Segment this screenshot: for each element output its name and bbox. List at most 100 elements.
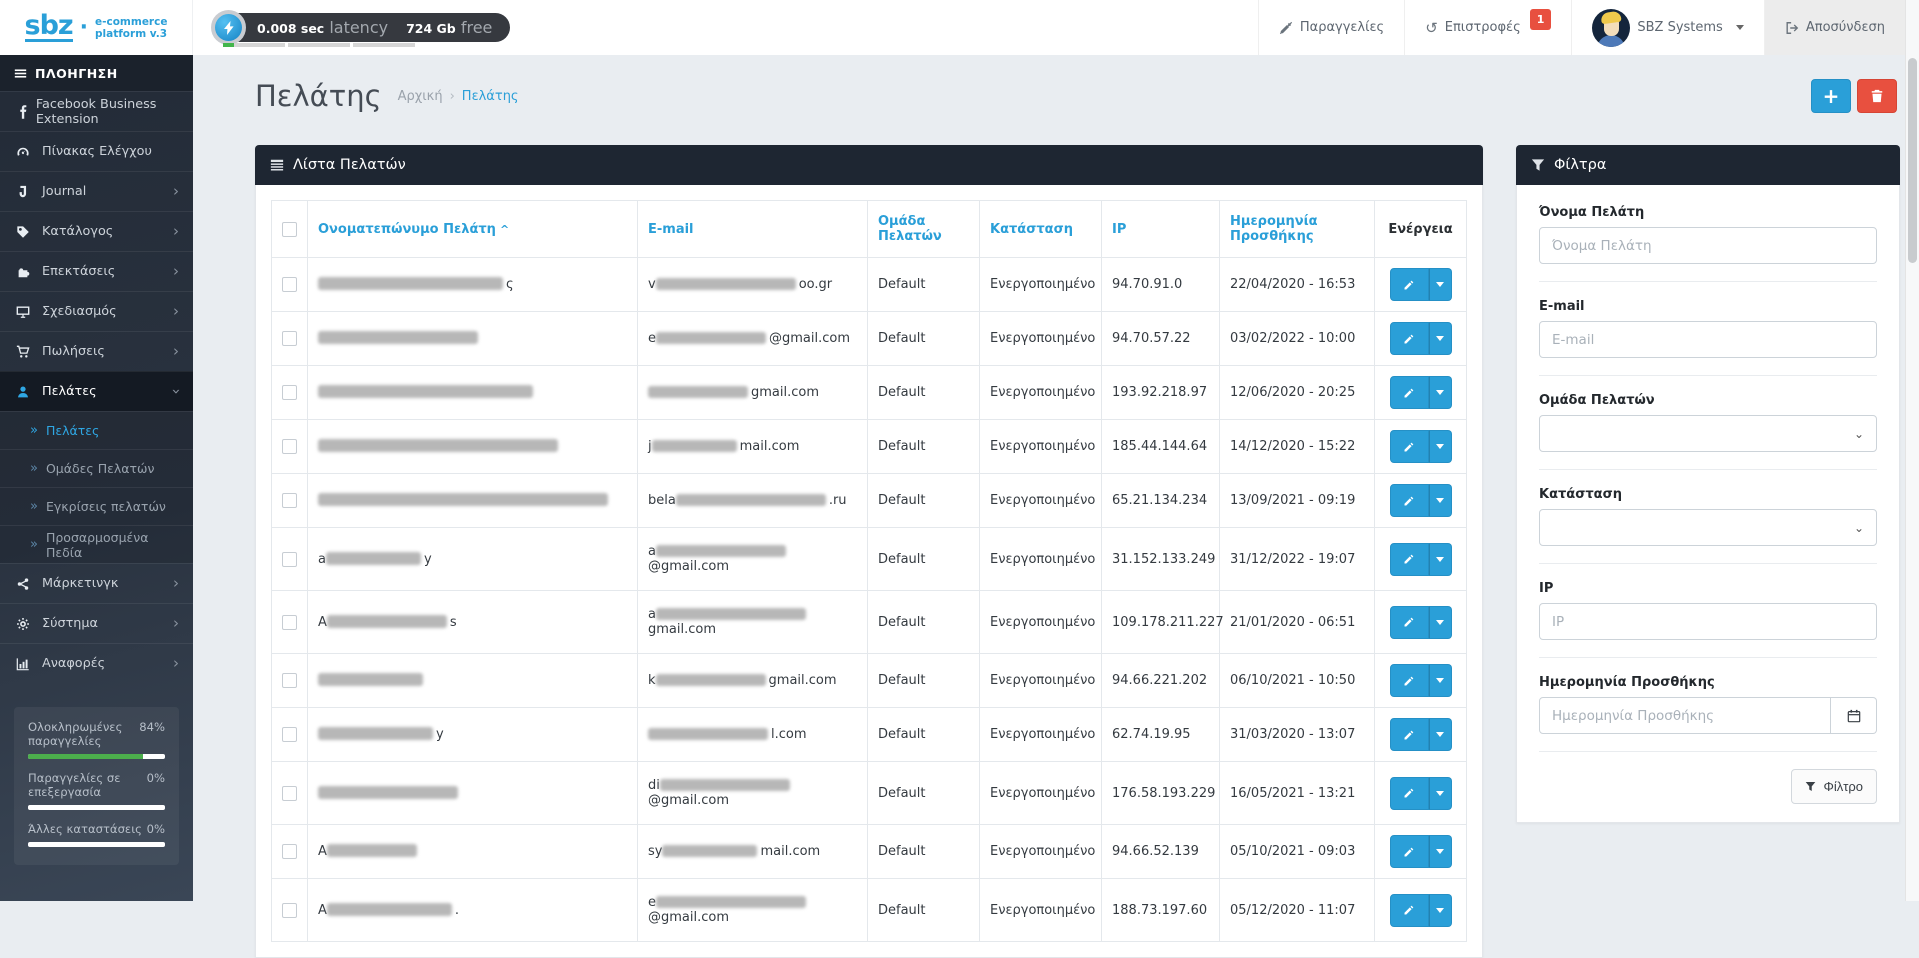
sidebar-item-9[interactable]: Σύστημα› bbox=[0, 603, 193, 643]
calendar-button[interactable] bbox=[1831, 697, 1877, 734]
edit-dropdown-button[interactable] bbox=[1429, 664, 1452, 697]
brand-logo[interactable]: sbz · e-commerce platform v.3 bbox=[0, 0, 193, 55]
row-checkbox[interactable] bbox=[282, 786, 297, 801]
add-customer-button[interactable]: + bbox=[1811, 79, 1851, 113]
sidebar-item-7[interactable]: Πελάτες› bbox=[0, 371, 193, 411]
row-checkbox[interactable] bbox=[282, 615, 297, 630]
column-header-4[interactable]: IP bbox=[1102, 201, 1220, 258]
cell-customer-group: Default bbox=[868, 528, 980, 591]
filter-status-select[interactable]: ⌄ bbox=[1539, 509, 1877, 546]
edit-button[interactable] bbox=[1390, 777, 1429, 810]
cell-date-added: 14/12/2020 - 15:22 bbox=[1220, 420, 1375, 474]
logout-button[interactable]: Αποσύνδεση bbox=[1764, 0, 1905, 55]
pencil-icon bbox=[1403, 846, 1415, 858]
user-menu[interactable]: SBZ Systems bbox=[1571, 0, 1763, 55]
column-header-name[interactable]: Ονοματεπώνυμο Πελάτη^ bbox=[308, 201, 638, 258]
edit-button[interactable] bbox=[1390, 430, 1429, 463]
sidebar-item-0[interactable]: Facebook Business Extension bbox=[0, 91, 193, 131]
redacted-text bbox=[662, 845, 757, 857]
edit-dropdown-button[interactable] bbox=[1429, 606, 1452, 639]
filter-name-input[interactable] bbox=[1539, 227, 1877, 264]
edit-button[interactable] bbox=[1390, 835, 1429, 868]
cell-status: Ενεργοποιημένο bbox=[980, 654, 1102, 708]
sidebar-subitem-7-0[interactable]: »Πελάτες bbox=[0, 411, 193, 449]
redacted-text bbox=[318, 277, 503, 290]
table-row: ςvoo.grDefaultΕνεργοποιημένο94.70.91.022… bbox=[272, 258, 1467, 312]
edit-dropdown-button[interactable] bbox=[1429, 376, 1452, 409]
breadcrumb-home[interactable]: Αρχική bbox=[398, 89, 443, 104]
filter-email-label: E-mail bbox=[1539, 299, 1877, 314]
sidebar-item-6[interactable]: Πωλήσεις› bbox=[0, 331, 193, 371]
edit-dropdown-button[interactable] bbox=[1429, 718, 1452, 751]
column-header-3[interactable]: Κατάσταση bbox=[980, 201, 1102, 258]
edit-button[interactable] bbox=[1390, 894, 1429, 927]
cell-customer-name: y bbox=[308, 708, 638, 762]
cell-customer-name bbox=[308, 474, 638, 528]
page-scrollbar[interactable] bbox=[1905, 0, 1919, 901]
sidebar-item-1[interactable]: Πίνακας Ελέγχου bbox=[0, 131, 193, 171]
edit-dropdown-button[interactable] bbox=[1429, 430, 1452, 463]
row-checkbox[interactable] bbox=[282, 493, 297, 508]
cell-customer-name bbox=[308, 654, 638, 708]
row-checkbox[interactable] bbox=[282, 727, 297, 742]
sidebar-item-10[interactable]: Αναφορές› bbox=[0, 643, 193, 683]
delete-customer-button[interactable] bbox=[1857, 79, 1897, 113]
breadcrumb-current[interactable]: Πελάτης bbox=[462, 89, 519, 104]
sidebar-subitem-7-1[interactable]: »Ομάδες Πελατών bbox=[0, 449, 193, 487]
table-row: di@gmail.comDefaultΕνεργοποιημένο176.58.… bbox=[272, 762, 1467, 825]
edit-button[interactable] bbox=[1390, 268, 1429, 301]
edit-dropdown-button[interactable] bbox=[1429, 835, 1452, 868]
cell-email: l.com bbox=[638, 708, 868, 762]
edit-dropdown-button[interactable] bbox=[1429, 777, 1452, 810]
logo-sub-line1: e-commerce bbox=[95, 16, 167, 28]
filter-ip-input[interactable] bbox=[1539, 603, 1877, 640]
edit-dropdown-button[interactable] bbox=[1429, 543, 1452, 576]
returns-menu-item[interactable]: ↺ Επιστροφές 1 bbox=[1404, 0, 1571, 55]
edit-button[interactable] bbox=[1390, 664, 1429, 697]
edit-dropdown-button[interactable] bbox=[1429, 268, 1452, 301]
edit-dropdown-button[interactable] bbox=[1429, 322, 1452, 355]
apply-filter-button[interactable]: Φίλτρο bbox=[1791, 769, 1877, 804]
redacted-text bbox=[656, 278, 796, 290]
cell-customer-name bbox=[308, 762, 638, 825]
table-row: jmail.comDefaultΕνεργοποιημένο185.44.144… bbox=[272, 420, 1467, 474]
sidebar-item-4[interactable]: Επεκτάσεις› bbox=[0, 251, 193, 291]
column-header-1[interactable]: E-mail bbox=[638, 201, 868, 258]
edit-button[interactable] bbox=[1390, 606, 1429, 639]
edit-button[interactable] bbox=[1390, 484, 1429, 517]
filter-date-input[interactable] bbox=[1539, 697, 1831, 734]
row-checkbox[interactable] bbox=[282, 844, 297, 859]
sidebar: ΠΛΟΗΓΗΣΗ Facebook Business ExtensionΠίνα… bbox=[0, 55, 193, 901]
scrollbar-thumb[interactable] bbox=[1908, 58, 1917, 263]
select-all-checkbox[interactable] bbox=[282, 222, 297, 237]
edit-button[interactable] bbox=[1390, 322, 1429, 355]
sidebar-item-8[interactable]: Μάρκετινγκ› bbox=[0, 563, 193, 603]
edit-button[interactable] bbox=[1390, 376, 1429, 409]
sidebar-item-3[interactable]: Κατάλογος› bbox=[0, 211, 193, 251]
filter-email-input[interactable] bbox=[1539, 321, 1877, 358]
row-checkbox[interactable] bbox=[282, 385, 297, 400]
sidebar-subitem-7-3[interactable]: »Προσαρμοσμένα Πεδία bbox=[0, 525, 193, 563]
edit-dropdown-button[interactable] bbox=[1429, 484, 1452, 517]
edit-button[interactable] bbox=[1390, 718, 1429, 751]
cell-email: e@gmail.com bbox=[638, 312, 868, 366]
orders-menu-item[interactable]: Παραγγελίες bbox=[1258, 0, 1404, 55]
sidebar-subitem-7-2[interactable]: »Εγκρίσεις πελατών bbox=[0, 487, 193, 525]
edit-button[interactable] bbox=[1390, 543, 1429, 576]
row-checkbox[interactable] bbox=[282, 439, 297, 454]
edit-dropdown-button[interactable] bbox=[1429, 894, 1452, 927]
sidebar-item-5[interactable]: Σχεδιασμός› bbox=[0, 291, 193, 331]
row-checkbox[interactable] bbox=[282, 331, 297, 346]
pencil-icon bbox=[1403, 729, 1415, 741]
column-header-2[interactable]: Ομάδα Πελατών bbox=[868, 201, 980, 258]
sidebar-item-2[interactable]: Journal› bbox=[0, 171, 193, 211]
column-header-5[interactable]: Ημερομηνία Προσθήκης bbox=[1220, 201, 1375, 258]
row-checkbox[interactable] bbox=[282, 673, 297, 688]
row-checkbox[interactable] bbox=[282, 552, 297, 567]
filter-panel-title: Φίλτρα bbox=[1554, 157, 1606, 173]
row-checkbox[interactable] bbox=[282, 277, 297, 292]
order-stats-panel: Ολοκληρωμένες παραγγελίες84%Παραγγελίες … bbox=[14, 707, 179, 865]
table-row: kgmail.comDefaultΕνεργοποιημένο94.66.221… bbox=[272, 654, 1467, 708]
row-checkbox[interactable] bbox=[282, 903, 297, 918]
filter-group-select[interactable]: ⌄ bbox=[1539, 415, 1877, 452]
